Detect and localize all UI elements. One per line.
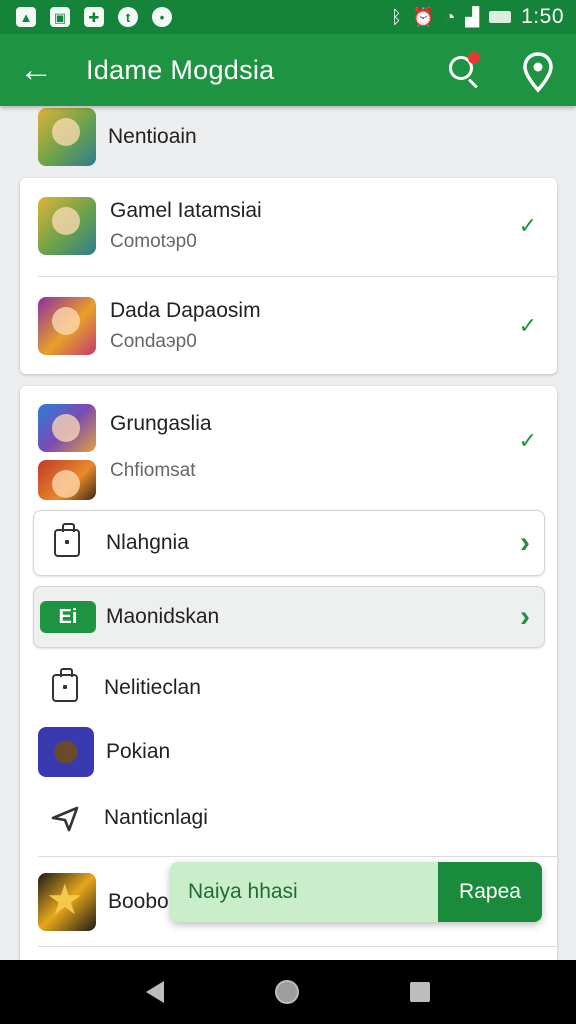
list-item-subtitle: Comotэp0 [110, 231, 197, 252]
bluetooth-icon: ᛒ [391, 7, 402, 27]
check-icon: ✓ [518, 313, 537, 338]
nav-home-icon[interactable] [274, 980, 299, 1004]
wifi-icon: ◔ [444, 7, 456, 27]
list-item-subtitle: Chfiomsat [110, 460, 196, 481]
chevron-right-icon: › [520, 526, 530, 559]
list-item-subtitle: Condaэp0 [110, 331, 197, 352]
list-item[interactable]: Grungaslia Chfiomsat ✓ [20, 402, 557, 502]
game-controller-icon: ✚ [84, 7, 104, 27]
app-bar: ← Idame Mogdsia [0, 34, 576, 106]
sub-item-card[interactable]: Ei Maonidskan › [33, 586, 545, 648]
location-button[interactable] [516, 48, 560, 96]
back-button[interactable]: ← [0, 34, 72, 106]
notification-badge [468, 52, 480, 64]
location-pin-icon [523, 52, 553, 93]
gallery-icon: ▣ [50, 7, 70, 27]
status-bar: ▲ ▣ ✚ t • ᛒ ⏰ ◔ ▟ 1:50 [0, 0, 576, 34]
list-item[interactable]: Nanticnlagi [20, 788, 557, 848]
list-item[interactable]: Gamel Iatamsiai Comotэp0 ✓ [20, 194, 557, 258]
navigation-arrow-icon [51, 806, 79, 832]
list-item-title: Pokian [106, 740, 171, 763]
monkey-thumbnail [38, 727, 94, 777]
status-time: 1:50 [521, 5, 564, 28]
nav-back-icon[interactable] [145, 981, 164, 1003]
content-list[interactable]: Nentioain Gamel Iatamsiai Comotэp0 ✓ Dad… [0, 106, 576, 960]
check-icon: ✓ [518, 213, 537, 238]
nav-recents-icon[interactable] [410, 982, 431, 1002]
list-item-title: Gamel Iatamsiai [110, 199, 262, 222]
list-item-title: Dada Dapaosim [110, 299, 261, 322]
page-title: Idame Mogdsia [86, 54, 275, 85]
bag-icon [54, 523, 80, 557]
bag-icon [52, 668, 78, 702]
snackbar-message: Naiya hhasi [188, 880, 298, 903]
list-item[interactable]: Dada Dapaosim Condaэp0 ✓ [20, 294, 557, 358]
list-item-title: Nelitieclan [104, 676, 201, 699]
list-item-title: Grungaslia [110, 412, 212, 435]
chip-icon: Ei [40, 601, 96, 633]
sub-item-card[interactable]: Nlahgnia › [33, 510, 545, 576]
twitter-icon: t [118, 7, 138, 27]
signal-icon: ▟ [465, 7, 480, 27]
sub-item-label: Maonidskan [106, 605, 220, 628]
search-button[interactable] [440, 48, 488, 96]
game-thumbnail [38, 404, 96, 452]
sub-item-label: Nlahgnia [106, 531, 189, 554]
game-thumbnail [38, 108, 96, 166]
image-icon: ▲ [16, 7, 36, 27]
game-thumbnail [38, 297, 96, 355]
list-item-title: Boobo [108, 890, 169, 913]
star-thumbnail: ★ [38, 873, 96, 931]
list-item[interactable]: Pokian [20, 722, 557, 782]
game-thumbnail [38, 460, 96, 500]
list-item-title: Nentioain [108, 125, 197, 148]
arrow-back-icon: ← [19, 50, 53, 89]
list-item[interactable]: Nelitieclan [20, 658, 557, 718]
list-item[interactable]: Nentioain [0, 108, 576, 166]
alarm-icon: ⏰ [411, 7, 435, 27]
system-nav-bar [0, 960, 576, 1024]
battery-icon [489, 11, 512, 23]
notification-dot-icon: • [152, 7, 172, 27]
check-icon: ✓ [518, 428, 537, 453]
chevron-right-icon: › [520, 600, 530, 633]
game-card: Gamel Iatamsiai Comotэp0 ✓ Dada Dapaosim… [20, 178, 557, 374]
snackbar: Naiya hhasi Rapea [170, 862, 542, 922]
snackbar-action-button[interactable]: Rapea [438, 862, 542, 922]
game-thumbnail [38, 197, 96, 255]
list-item-title: Nanticnlagi [104, 806, 208, 829]
